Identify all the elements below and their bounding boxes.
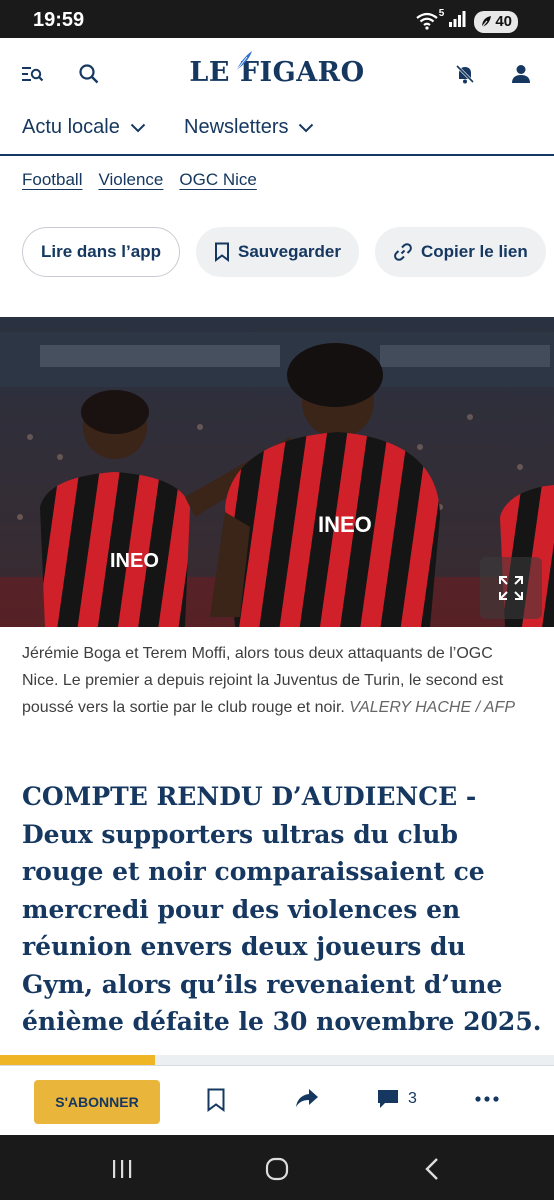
tag-violence[interactable]: Violence <box>98 170 163 190</box>
nav-label: Newsletters <box>184 116 289 138</box>
bookmark-icon[interactable] <box>206 1088 226 1112</box>
read-in-app-button[interactable]: Lire dans l’app <box>22 227 180 277</box>
section-nav: Actu locale Newsletters <box>0 110 554 156</box>
bell-off-icon[interactable] <box>451 60 479 88</box>
home-icon[interactable] <box>263 1155 291 1183</box>
le-figaro-logo[interactable]: LE FIGARO <box>189 51 365 88</box>
battery-icon: 40 <box>474 10 518 33</box>
link-icon <box>394 243 412 261</box>
photo-illustration: INEO INEO <box>0 317 554 627</box>
svg-text:INEO: INEO <box>318 512 372 537</box>
subscribe-button[interactable]: S'ABONNER <box>34 1080 160 1124</box>
topic-tags: Football Violence OGC Nice <box>22 170 257 190</box>
signal-icon <box>448 10 466 33</box>
status-time: 19:59 <box>33 9 85 31</box>
tag-football[interactable]: Football <box>22 170 82 190</box>
article-photo[interactable]: INEO INEO <box>0 317 554 627</box>
search-icon[interactable] <box>75 60 103 88</box>
copy-link-label: Copier le lien <box>420 242 528 261</box>
system-nav-bar <box>0 1135 554 1200</box>
fullscreen-icon <box>499 576 523 600</box>
recent-apps-icon[interactable] <box>108 1155 136 1183</box>
photo-caption: Jérémie Boga et Terem Moffi, alors tous … <box>22 640 532 721</box>
article-actions: Lire dans l’app Sauvegarder Copier le li… <box>22 227 554 277</box>
article-lead: COMPTE RENDU D’AUDIENCE - Deux supporter… <box>22 782 542 1036</box>
bottom-action-bar: S'ABONNER 3 <box>0 1065 554 1135</box>
feather-icon <box>236 51 253 72</box>
share-icon[interactable] <box>295 1088 319 1108</box>
app-header: LE FIGARO <box>0 38 554 110</box>
reading-progress <box>0 1055 554 1065</box>
nav-label: Actu locale <box>22 116 120 138</box>
copy-link-button[interactable]: Copier le lien <box>374 227 546 277</box>
battery-level: 40 <box>495 13 512 30</box>
nav-newsletters[interactable]: Newsletters <box>184 116 314 139</box>
menu-search-icon[interactable] <box>18 60 46 88</box>
chevron-down-icon <box>130 123 146 132</box>
logo-text: LE FIGARO <box>189 57 365 88</box>
expand-image-button[interactable] <box>480 557 542 619</box>
photo-credit: VALERY HACHE / AFP <box>349 699 515 716</box>
back-icon[interactable] <box>418 1155 446 1183</box>
more-icon[interactable] <box>475 1096 499 1102</box>
save-label: Sauvegarder <box>237 242 341 261</box>
status-bar: 19:59 5 40 <box>0 0 554 38</box>
svg-text:INEO: INEO <box>110 550 159 572</box>
wifi-icon: 5 <box>416 8 444 32</box>
user-icon[interactable] <box>507 60 535 88</box>
comment-icon <box>378 1090 398 1108</box>
wifi-badge: 5 <box>438 7 445 19</box>
reading-progress-fill <box>0 1055 156 1065</box>
save-button[interactable]: Sauvegarder <box>195 227 359 277</box>
status-icons: 5 40 <box>416 8 518 33</box>
bookmark-icon <box>214 242 229 262</box>
comments-button[interactable]: 3 <box>376 1088 417 1110</box>
chevron-down-icon <box>299 123 314 132</box>
nav-actu-locale[interactable]: Actu locale <box>22 116 146 139</box>
read-in-app-label: Lire dans l’app <box>41 242 161 261</box>
tag-ogc-nice[interactable]: OGC Nice <box>179 170 256 190</box>
comment-count: 3 <box>408 1090 417 1107</box>
